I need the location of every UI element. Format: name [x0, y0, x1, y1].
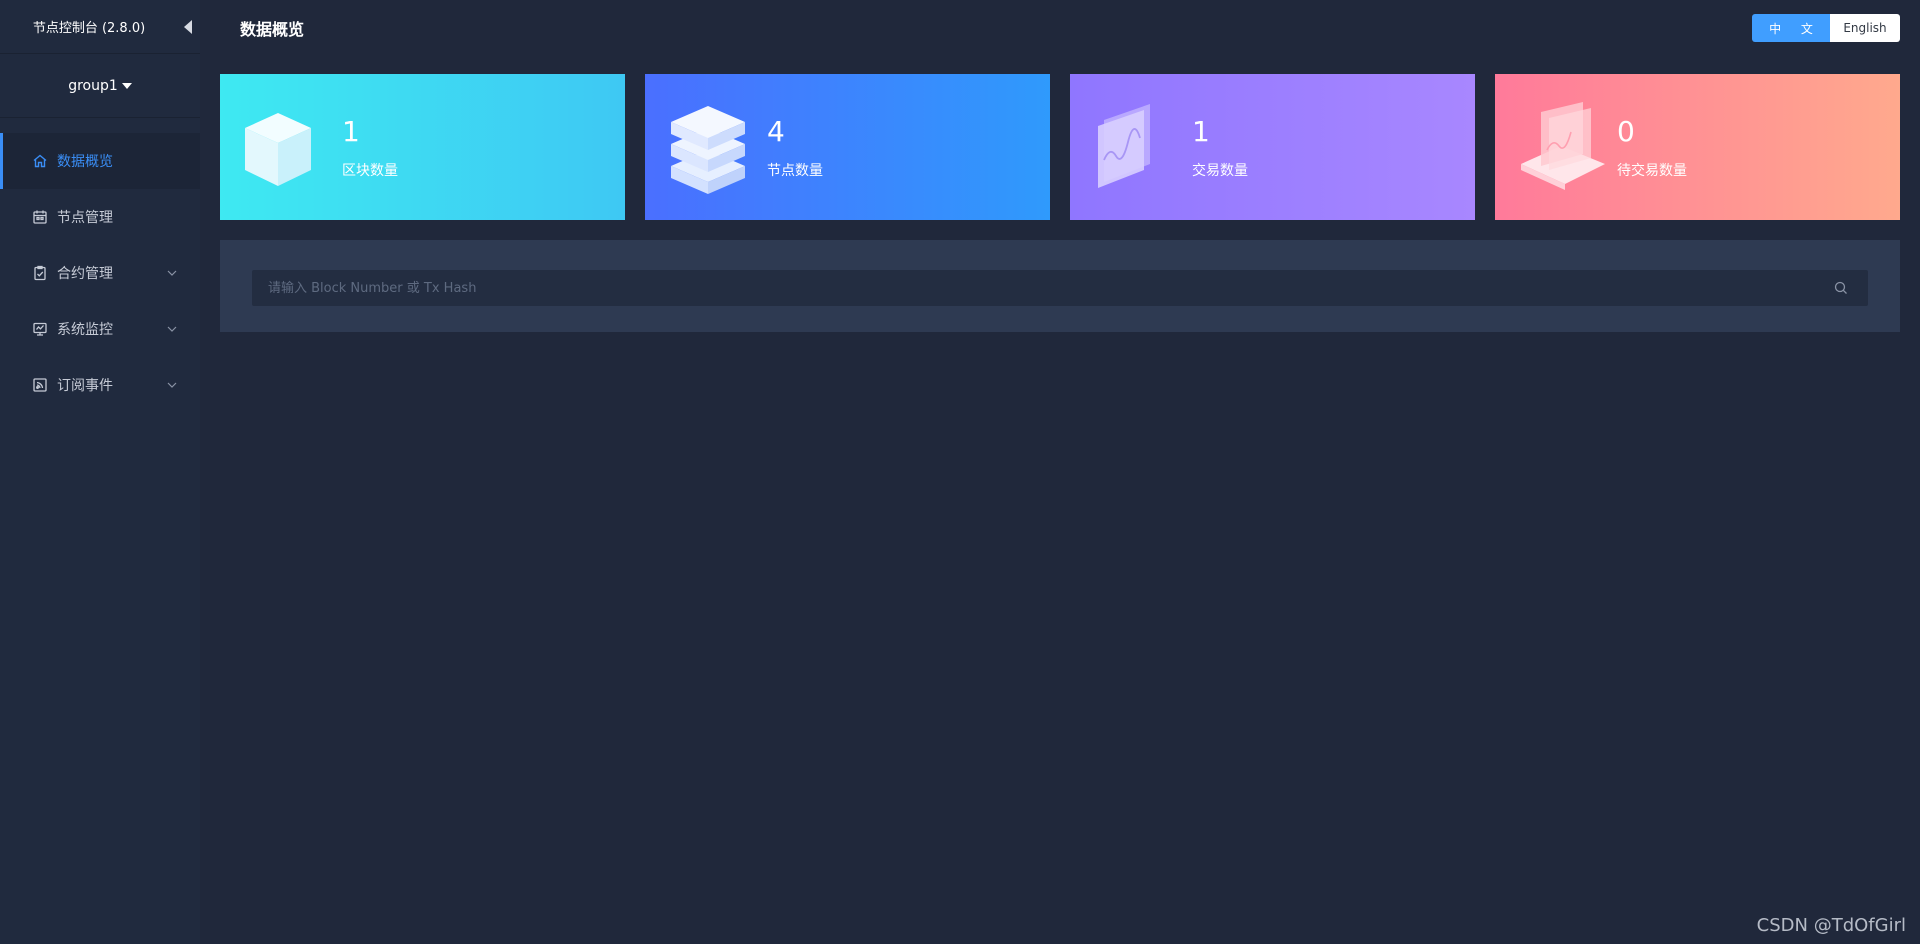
sidebar-item-label: 节点管理	[57, 210, 113, 226]
search-input[interactable]	[252, 270, 1868, 306]
search-icon[interactable]	[1834, 281, 1848, 295]
chevron-down-icon	[167, 382, 177, 388]
transaction-count-label: 交易数量	[1192, 163, 1248, 179]
sidebar-item-label: 系统监控	[57, 322, 113, 338]
rss-icon	[32, 377, 48, 393]
calendar-icon	[32, 209, 48, 225]
monitor-icon	[32, 321, 48, 337]
pending-count-label: 待交易数量	[1617, 163, 1687, 179]
caret-down-icon	[121, 82, 132, 89]
home-icon	[32, 153, 48, 169]
transaction-count: 1	[1192, 115, 1210, 148]
stat-card-blocks[interactable]: 1 区块数量	[220, 74, 625, 220]
page-title: 数据概览	[240, 20, 305, 39]
block-count: 1	[342, 115, 360, 148]
lang-zh-button[interactable]: 中 文	[1752, 14, 1830, 42]
sidebar-item-label: 合约管理	[57, 266, 113, 282]
app-title: 节点控制台 (2.8.0)	[32, 21, 146, 36]
sidebar-item-overview[interactable]: 数据概览	[0, 133, 200, 189]
cube-icon	[245, 113, 311, 186]
clipboard-icon	[32, 265, 48, 281]
watermark: CSDN @TdOfGirl	[1756, 915, 1906, 936]
pending-count: 0	[1617, 115, 1635, 148]
stat-card-pending[interactable]: 0 待交易数量	[1495, 74, 1900, 220]
sidebar-item-nodes[interactable]: 节点管理	[0, 189, 200, 245]
search-box	[252, 270, 1868, 306]
search-panel	[220, 240, 1900, 332]
sidebar-item-label: 订阅事件	[57, 378, 113, 394]
sidebar-nav: 数据概览 节点管理 合约管理 系统监控 订阅事件	[0, 133, 200, 413]
block-count-label: 区块数量	[342, 163, 398, 179]
stat-card-transactions[interactable]: 1 交易数量	[1070, 74, 1475, 220]
app-root: 节点控制台 (2.8.0) group1 数据概览 节点管理 合约管理 系统监控…	[0, 0, 1920, 944]
sidebar-item-monitor[interactable]: 系统监控	[0, 301, 200, 357]
stat-card-nodes[interactable]: 4 节点数量	[645, 74, 1050, 220]
group-label: group1	[68, 77, 118, 94]
chevron-down-icon	[167, 326, 177, 332]
stat-cards: 1 区块数量 4 节点数量 1 交易数量 0 待交易数量	[220, 74, 1900, 220]
sidebar-item-label: 数据概览	[57, 154, 113, 170]
server-icon	[671, 106, 745, 194]
top-header: 数据概览 中 文 English	[200, 0, 1920, 54]
chevron-down-icon	[167, 270, 177, 276]
group-selector[interactable]: group1	[0, 54, 200, 118]
chart-panel-icon	[1098, 104, 1150, 188]
sidebar: 节点控制台 (2.8.0) group1 数据概览 节点管理 合约管理 系统监控…	[0, 0, 200, 944]
node-count-label: 节点数量	[767, 163, 823, 179]
lang-en-button[interactable]: English	[1830, 14, 1900, 42]
language-switch: 中 文 English	[1752, 14, 1900, 42]
collapse-sidebar-button[interactable]	[184, 20, 192, 34]
sidebar-item-events[interactable]: 订阅事件	[0, 357, 200, 413]
node-count: 4	[767, 115, 785, 148]
laptop-chart-icon	[1521, 102, 1605, 190]
sidebar-header: 节点控制台 (2.8.0)	[0, 0, 200, 54]
sidebar-item-contracts[interactable]: 合约管理	[0, 245, 200, 301]
